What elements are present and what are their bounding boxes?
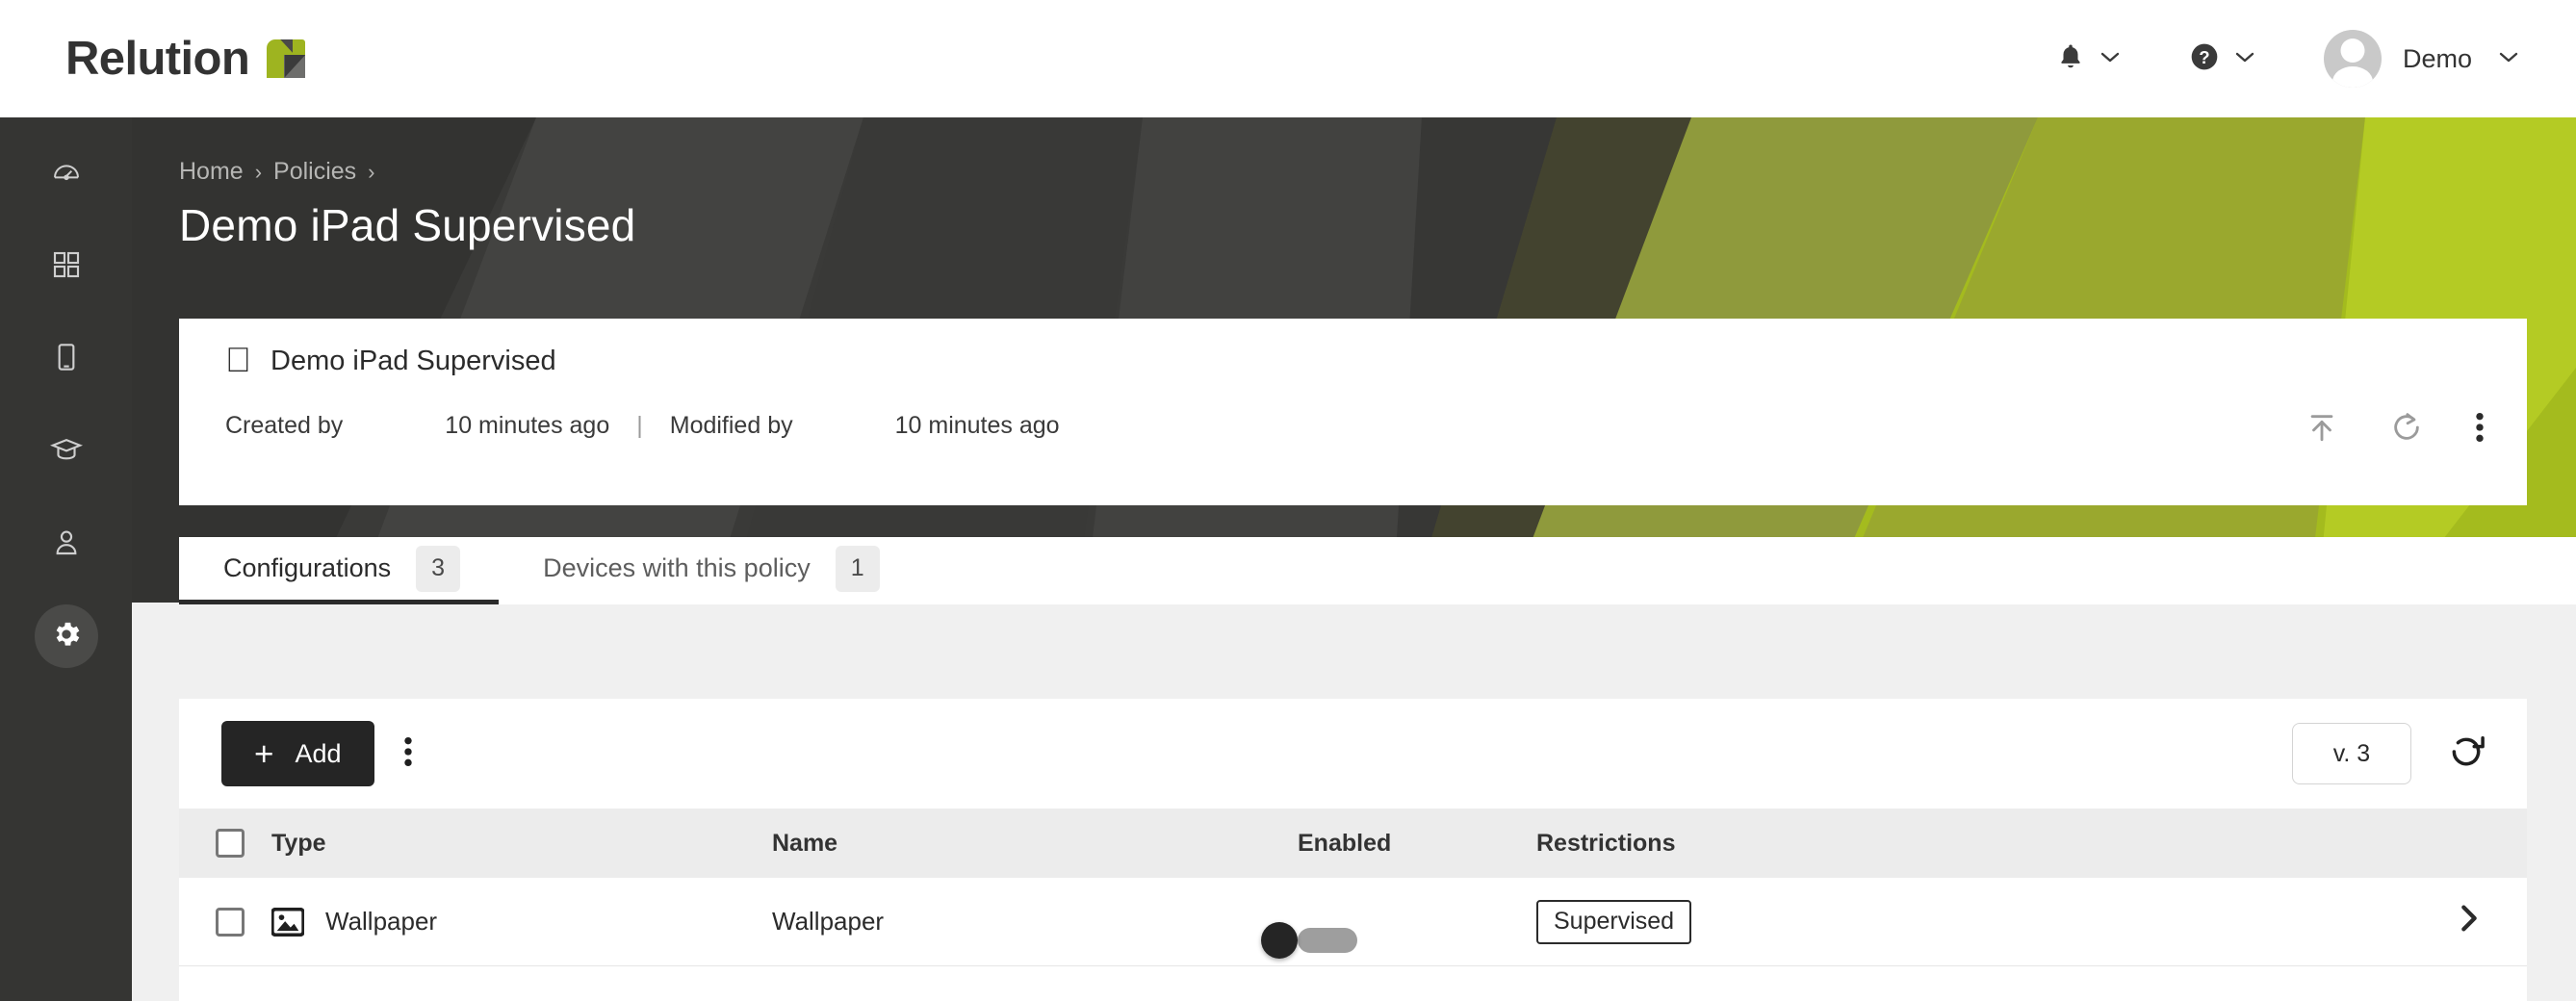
apps-grid-icon bbox=[51, 249, 82, 285]
app-root: Relution ? Demo Home › Policies › Demo i… bbox=[0, 0, 2576, 1001]
toolbar-more-menu[interactable] bbox=[403, 735, 413, 773]
breadcrumb-item-policies[interactable]: Policies bbox=[273, 158, 356, 186]
brand-logo[interactable]: Relution bbox=[65, 32, 306, 85]
tab-devices-with-this-policy[interactable]: Devices with this policy 1 bbox=[499, 537, 918, 604]
refresh-button[interactable] bbox=[2448, 733, 2485, 775]
policy-card-meta: Created by 10 minutes ago | Modified by … bbox=[179, 412, 2527, 440]
row-restrictions-cell: Supervised bbox=[1536, 899, 2411, 944]
refresh-icon bbox=[2448, 733, 2485, 775]
tab-configurations-badge: 3 bbox=[416, 545, 461, 592]
publish-upload-icon[interactable] bbox=[2306, 411, 2338, 444]
chevron-down-icon bbox=[2497, 49, 2520, 69]
configurations-toolbar: + Add v. 3 bbox=[179, 699, 2527, 808]
brand-name: Relution bbox=[65, 32, 250, 85]
breadcrumb-separator: › bbox=[254, 159, 263, 184]
page-title: Demo iPad Supervised bbox=[179, 200, 636, 250]
more-vertical-icon[interactable] bbox=[2475, 411, 2485, 444]
configurations-panel: + Add v. 3 Type Name Enabled Restriction… bbox=[179, 699, 2527, 1001]
top-bar-actions: ? Demo bbox=[2047, 24, 2530, 93]
plus-icon: + bbox=[254, 734, 274, 773]
version-selector[interactable]: v. 3 bbox=[2292, 723, 2411, 784]
svg-text:?: ? bbox=[2199, 46, 2209, 66]
sidebar-item-devices[interactable] bbox=[35, 327, 98, 391]
sidebar-item-education[interactable] bbox=[35, 420, 98, 483]
row-type-cell: Wallpaper bbox=[271, 907, 772, 937]
tab-devices-badge: 1 bbox=[835, 545, 880, 592]
table-row[interactable]: Wallpaper Wallpaper Supervised bbox=[179, 878, 2527, 966]
sidebar-item-dashboard[interactable] bbox=[35, 142, 98, 206]
meta-divider: | bbox=[636, 412, 643, 439]
row-select-cell bbox=[179, 907, 271, 937]
image-picture-icon bbox=[271, 907, 304, 937]
sidebar bbox=[0, 117, 132, 1001]
user-icon bbox=[51, 526, 82, 562]
created-by-label: Created by bbox=[225, 412, 344, 439]
chevron-down-icon bbox=[2099, 49, 2122, 69]
top-bar: Relution ? Demo bbox=[0, 0, 2576, 117]
policy-card-title: Demo iPad Supervised bbox=[245, 346, 556, 376]
policy-info-card:  Demo iPad Supervised Created by 10 min… bbox=[179, 319, 2527, 505]
add-button-label: Add bbox=[295, 738, 342, 768]
breadcrumb-separator: › bbox=[368, 159, 375, 184]
row-checkbox[interactable] bbox=[216, 907, 245, 937]
column-header-type[interactable]: Type bbox=[271, 830, 772, 858]
user-menu[interactable]: Demo bbox=[2314, 24, 2530, 93]
created-at: 10 minutes ago bbox=[445, 412, 610, 439]
restore-undo-icon[interactable] bbox=[2390, 411, 2423, 444]
modified-by-label: Modified by bbox=[669, 412, 793, 439]
table-header: Type Name Enabled Restrictions bbox=[179, 808, 2527, 878]
help-menu[interactable]: ? bbox=[2179, 36, 2266, 83]
sidebar-item-apps[interactable] bbox=[35, 235, 98, 298]
row-name-cell: Wallpaper bbox=[772, 907, 885, 936]
sidebar-item-settings[interactable] bbox=[34, 604, 98, 668]
breadcrumb: Home › Policies › bbox=[179, 158, 635, 186]
relution-logo-mark-icon bbox=[267, 39, 306, 78]
column-header-restrictions[interactable]: Restrictions bbox=[1536, 830, 2411, 858]
row-open-arrow[interactable] bbox=[2411, 902, 2527, 941]
select-all-cell bbox=[179, 829, 271, 858]
hero-content: Home › Policies › Demo iPad Supervised bbox=[179, 158, 635, 251]
toolbar-right-actions: v. 3 bbox=[2292, 723, 2485, 784]
breadcrumb-item-home[interactable]: Home bbox=[179, 158, 244, 186]
add-button[interactable]: + Add bbox=[221, 721, 374, 786]
dashboard-gauge-icon bbox=[51, 157, 82, 192]
tab-devices-label: Devices with this policy bbox=[543, 553, 811, 582]
avatar bbox=[2323, 30, 2382, 88]
policy-card-header:  Demo iPad Supervised bbox=[179, 319, 2527, 377]
policy-card-actions bbox=[2306, 411, 2485, 444]
tab-configurations[interactable]: Configurations 3 bbox=[179, 537, 500, 604]
sidebar-item-users[interactable] bbox=[35, 512, 98, 576]
select-all-checkbox[interactable] bbox=[216, 829, 245, 858]
modified-at: 10 minutes ago bbox=[894, 412, 1060, 439]
notifications-menu[interactable] bbox=[2047, 36, 2131, 83]
chevron-down-icon bbox=[2233, 49, 2256, 69]
device-tablet-icon bbox=[51, 342, 82, 377]
more-vertical-icon bbox=[403, 735, 413, 773]
question-circle-icon: ? bbox=[2189, 41, 2220, 77]
graduation-cap-icon bbox=[49, 433, 83, 471]
user-name: Demo bbox=[2402, 43, 2472, 73]
tab-configurations-label: Configurations bbox=[223, 553, 392, 582]
column-header-name[interactable]: Name bbox=[772, 830, 1298, 858]
tabs-bar: Configurations 3 Devices with this polic… bbox=[179, 537, 2576, 604]
chevron-right-icon bbox=[2459, 902, 2480, 941]
version-label: v. 3 bbox=[2332, 739, 2371, 767]
bell-icon bbox=[2056, 41, 2085, 77]
row-type-label: Wallpaper bbox=[325, 907, 438, 936]
gear-icon bbox=[50, 618, 83, 655]
status-badge: Supervised bbox=[1536, 899, 1692, 944]
apple-icon:  bbox=[225, 342, 251, 377]
column-header-enabled[interactable]: Enabled bbox=[1298, 830, 1536, 858]
